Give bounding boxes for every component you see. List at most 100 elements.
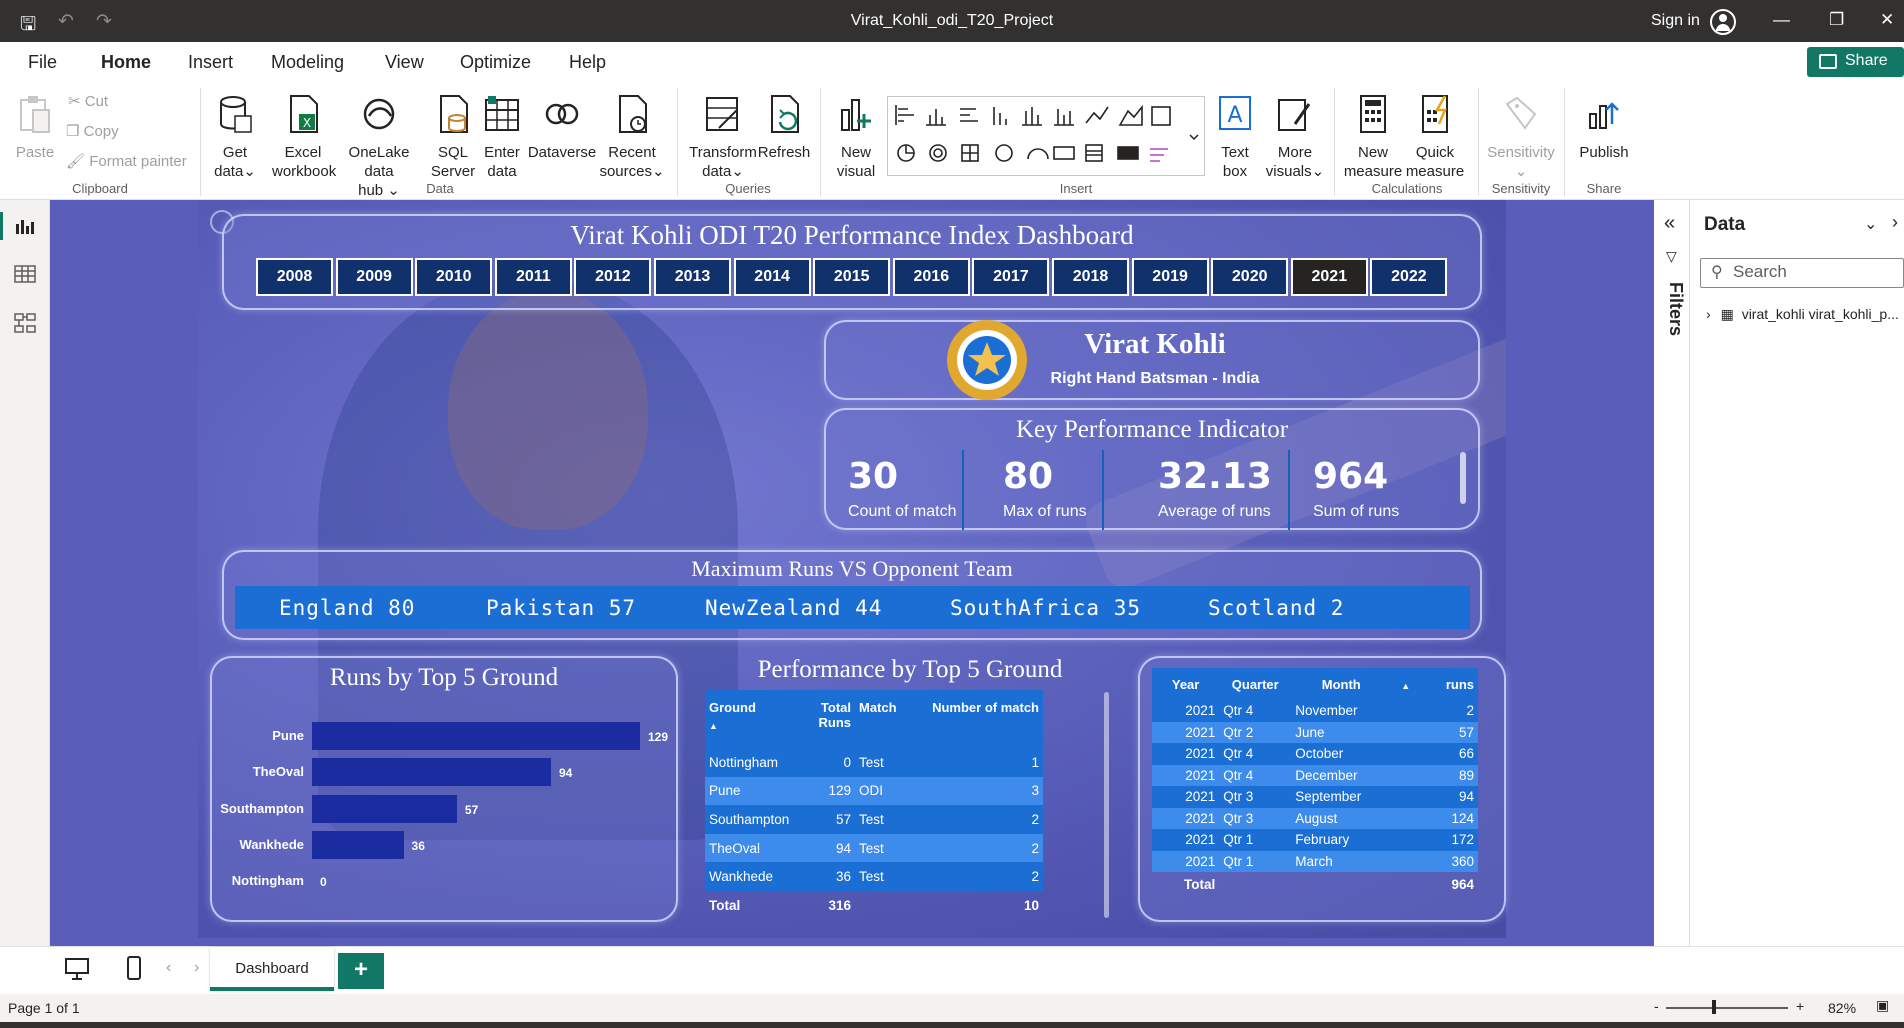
zoom-out-icon[interactable]: - bbox=[1654, 998, 1659, 1014]
publish-button[interactable]: Publish bbox=[1572, 94, 1636, 162]
text-box-button[interactable]: A Text box bbox=[1212, 94, 1258, 181]
report-view-icon[interactable] bbox=[14, 216, 36, 236]
table-row[interactable]: 2021 Qtr 2 June 57 bbox=[1152, 721, 1478, 743]
group-queries-label: Queries bbox=[725, 181, 771, 196]
filters-pane-collapsed[interactable]: « ▽ Filters bbox=[1654, 200, 1690, 946]
year-button[interactable]: 2019 bbox=[1131, 258, 1209, 296]
page-tab-dashboard[interactable]: Dashboard bbox=[210, 947, 334, 991]
year-button[interactable]: 2014 bbox=[733, 258, 811, 296]
visuals-gallery[interactable] bbox=[887, 96, 1205, 176]
table-row[interactable]: TheOval 94 Test 2 bbox=[705, 833, 1043, 863]
year-button[interactable]: 2009 bbox=[335, 258, 413, 296]
year-button[interactable]: 2016 bbox=[892, 258, 970, 296]
desktop-layout-icon[interactable] bbox=[64, 957, 90, 981]
table-cell: 2021 bbox=[1152, 850, 1220, 872]
menu-modeling[interactable]: Modeling bbox=[271, 52, 344, 73]
year-button[interactable]: 2015 bbox=[813, 258, 891, 296]
model-view-icon[interactable] bbox=[14, 312, 36, 334]
bar[interactable] bbox=[312, 722, 640, 750]
menu-insert[interactable]: Insert bbox=[188, 52, 233, 73]
year-button[interactable]: 2013 bbox=[654, 258, 731, 296]
table-row[interactable]: 2021 Qtr 1 March 360 bbox=[1152, 850, 1478, 872]
new-measure-button[interactable]: New measure bbox=[1340, 94, 1406, 181]
data-search-input[interactable]: ⚲ Search bbox=[1700, 258, 1904, 288]
menu-optimize[interactable]: Optimize bbox=[460, 52, 531, 73]
minimize-icon[interactable]: — bbox=[1773, 10, 1790, 30]
collapse-data-pane-icon[interactable]: ⌄ bbox=[1864, 214, 1877, 234]
column-header-match[interactable]: Match bbox=[855, 690, 903, 748]
new-visual-button[interactable]: New visual bbox=[826, 94, 886, 181]
cut-button[interactable]: ✂ Cut bbox=[68, 92, 108, 110]
column-header-number-of-match[interactable]: Number of match bbox=[903, 690, 1043, 748]
mobile-layout-icon[interactable] bbox=[126, 955, 142, 981]
performance-table-scrollbar[interactable] bbox=[1104, 692, 1109, 918]
transform-data-button[interactable]: Transform data⌄ bbox=[684, 94, 762, 181]
table-row[interactable]: 2021 Qtr 3 August 124 bbox=[1152, 807, 1478, 829]
sign-in-link[interactable]: Sign in bbox=[1651, 12, 1700, 30]
table-row[interactable]: 2021 Qtr 4 December 89 bbox=[1152, 764, 1478, 786]
enter-data-button[interactable]: Enter data bbox=[478, 94, 526, 181]
collapse-filters-icon[interactable]: « bbox=[1664, 212, 1675, 235]
refresh-button[interactable]: Refresh bbox=[756, 94, 812, 162]
table-row[interactable]: 2021 Qtr 4 November 2 bbox=[1152, 700, 1478, 722]
kpi-scrollbar[interactable] bbox=[1460, 452, 1466, 504]
column-header-year[interactable]: Year bbox=[1152, 668, 1220, 700]
year-button[interactable]: 2018 bbox=[1052, 258, 1129, 296]
paste-button[interactable]: Paste bbox=[12, 94, 58, 162]
table-row[interactable]: 2021 Qtr 3 September 94 bbox=[1152, 786, 1478, 808]
close-data-pane-icon[interactable]: › bbox=[1892, 212, 1898, 233]
table-row[interactable]: Nottingham 0 Test 1 bbox=[705, 748, 1043, 777]
get-data-button[interactable]: Get data⌄ bbox=[208, 94, 262, 181]
year-button[interactable]: 2022 bbox=[1370, 258, 1448, 296]
sql-server-button[interactable]: SQL Server bbox=[428, 94, 478, 181]
column-header-total-runs[interactable]: Total Runs bbox=[797, 690, 855, 748]
menu-file[interactable]: File bbox=[28, 52, 57, 73]
table-view-icon[interactable] bbox=[14, 264, 36, 284]
next-page-icon[interactable]: › bbox=[194, 959, 199, 977]
year-button[interactable]: 2021 bbox=[1290, 258, 1368, 296]
menu-help[interactable]: Help bbox=[569, 52, 606, 73]
zoom-slider-thumb[interactable] bbox=[1712, 1000, 1716, 1014]
year-button[interactable]: 2008 bbox=[256, 258, 333, 296]
column-header-quarter[interactable]: Quarter bbox=[1219, 668, 1292, 700]
excel-icon: X bbox=[290, 95, 318, 133]
add-page-button[interactable]: + bbox=[338, 953, 384, 989]
year-button[interactable]: 2011 bbox=[494, 258, 572, 296]
table-cell: 1 bbox=[903, 748, 1043, 777]
table-row[interactable]: 2021 Qtr 1 February 172 bbox=[1152, 829, 1478, 851]
year-button[interactable]: 2012 bbox=[574, 258, 652, 296]
restore-icon[interactable]: ❐ bbox=[1829, 10, 1844, 30]
share-button[interactable]: Share ⌄ bbox=[1807, 47, 1904, 89]
close-icon[interactable]: ✕ bbox=[1880, 10, 1894, 30]
account-icon[interactable] bbox=[1710, 9, 1736, 35]
column-header-runs[interactable]: ▲ runs bbox=[1391, 668, 1478, 700]
year-button[interactable]: 2020 bbox=[1211, 258, 1289, 296]
table-row[interactable]: Wankhede 36 Test 2 bbox=[705, 862, 1043, 891]
table-cell: 2021 bbox=[1152, 743, 1220, 765]
bar[interactable] bbox=[312, 830, 404, 859]
recent-sources-button[interactable]: Recent sources⌄ bbox=[596, 94, 668, 181]
previous-page-icon[interactable]: ‹ bbox=[166, 959, 171, 977]
menu-home[interactable]: Home bbox=[101, 52, 151, 73]
year-button[interactable]: 2010 bbox=[415, 258, 493, 296]
fit-to-page-icon[interactable]: ▣ bbox=[1876, 997, 1889, 1014]
bar[interactable] bbox=[312, 794, 457, 823]
more-visuals-button[interactable]: More visuals⌄ bbox=[1262, 94, 1328, 181]
dataverse-button[interactable]: Dataverse bbox=[526, 94, 598, 162]
bar[interactable] bbox=[312, 758, 551, 787]
table-row[interactable]: Pune 129 ODI 3 bbox=[705, 776, 1043, 806]
menu-view[interactable]: View bbox=[385, 52, 424, 73]
zoom-in-icon[interactable]: + bbox=[1796, 998, 1804, 1014]
data-table-item[interactable]: › ▦ virat_kohli virat_kohli_p... bbox=[1706, 306, 1899, 323]
table-row[interactable]: 2021 Qtr 4 October 66 bbox=[1152, 743, 1478, 765]
copy-button[interactable]: ❐ Copy bbox=[66, 122, 119, 140]
column-header-month[interactable]: Month bbox=[1291, 668, 1392, 700]
column-header-ground[interactable]: Ground ▲ bbox=[705, 690, 797, 748]
year-button[interactable]: 2017 bbox=[972, 258, 1050, 296]
excel-workbook-button[interactable]: X Excel workbook bbox=[272, 94, 336, 181]
sensitivity-button[interactable]: Sensitivity ⌄ bbox=[1484, 94, 1558, 181]
quick-measure-button[interactable]: Quick measure bbox=[1402, 94, 1468, 181]
format-painter-button[interactable]: 🖌 Format painter bbox=[66, 152, 187, 170]
zoom-slider[interactable] bbox=[1666, 1007, 1788, 1009]
table-row[interactable]: Southampton 57 Test 2 bbox=[705, 805, 1043, 834]
